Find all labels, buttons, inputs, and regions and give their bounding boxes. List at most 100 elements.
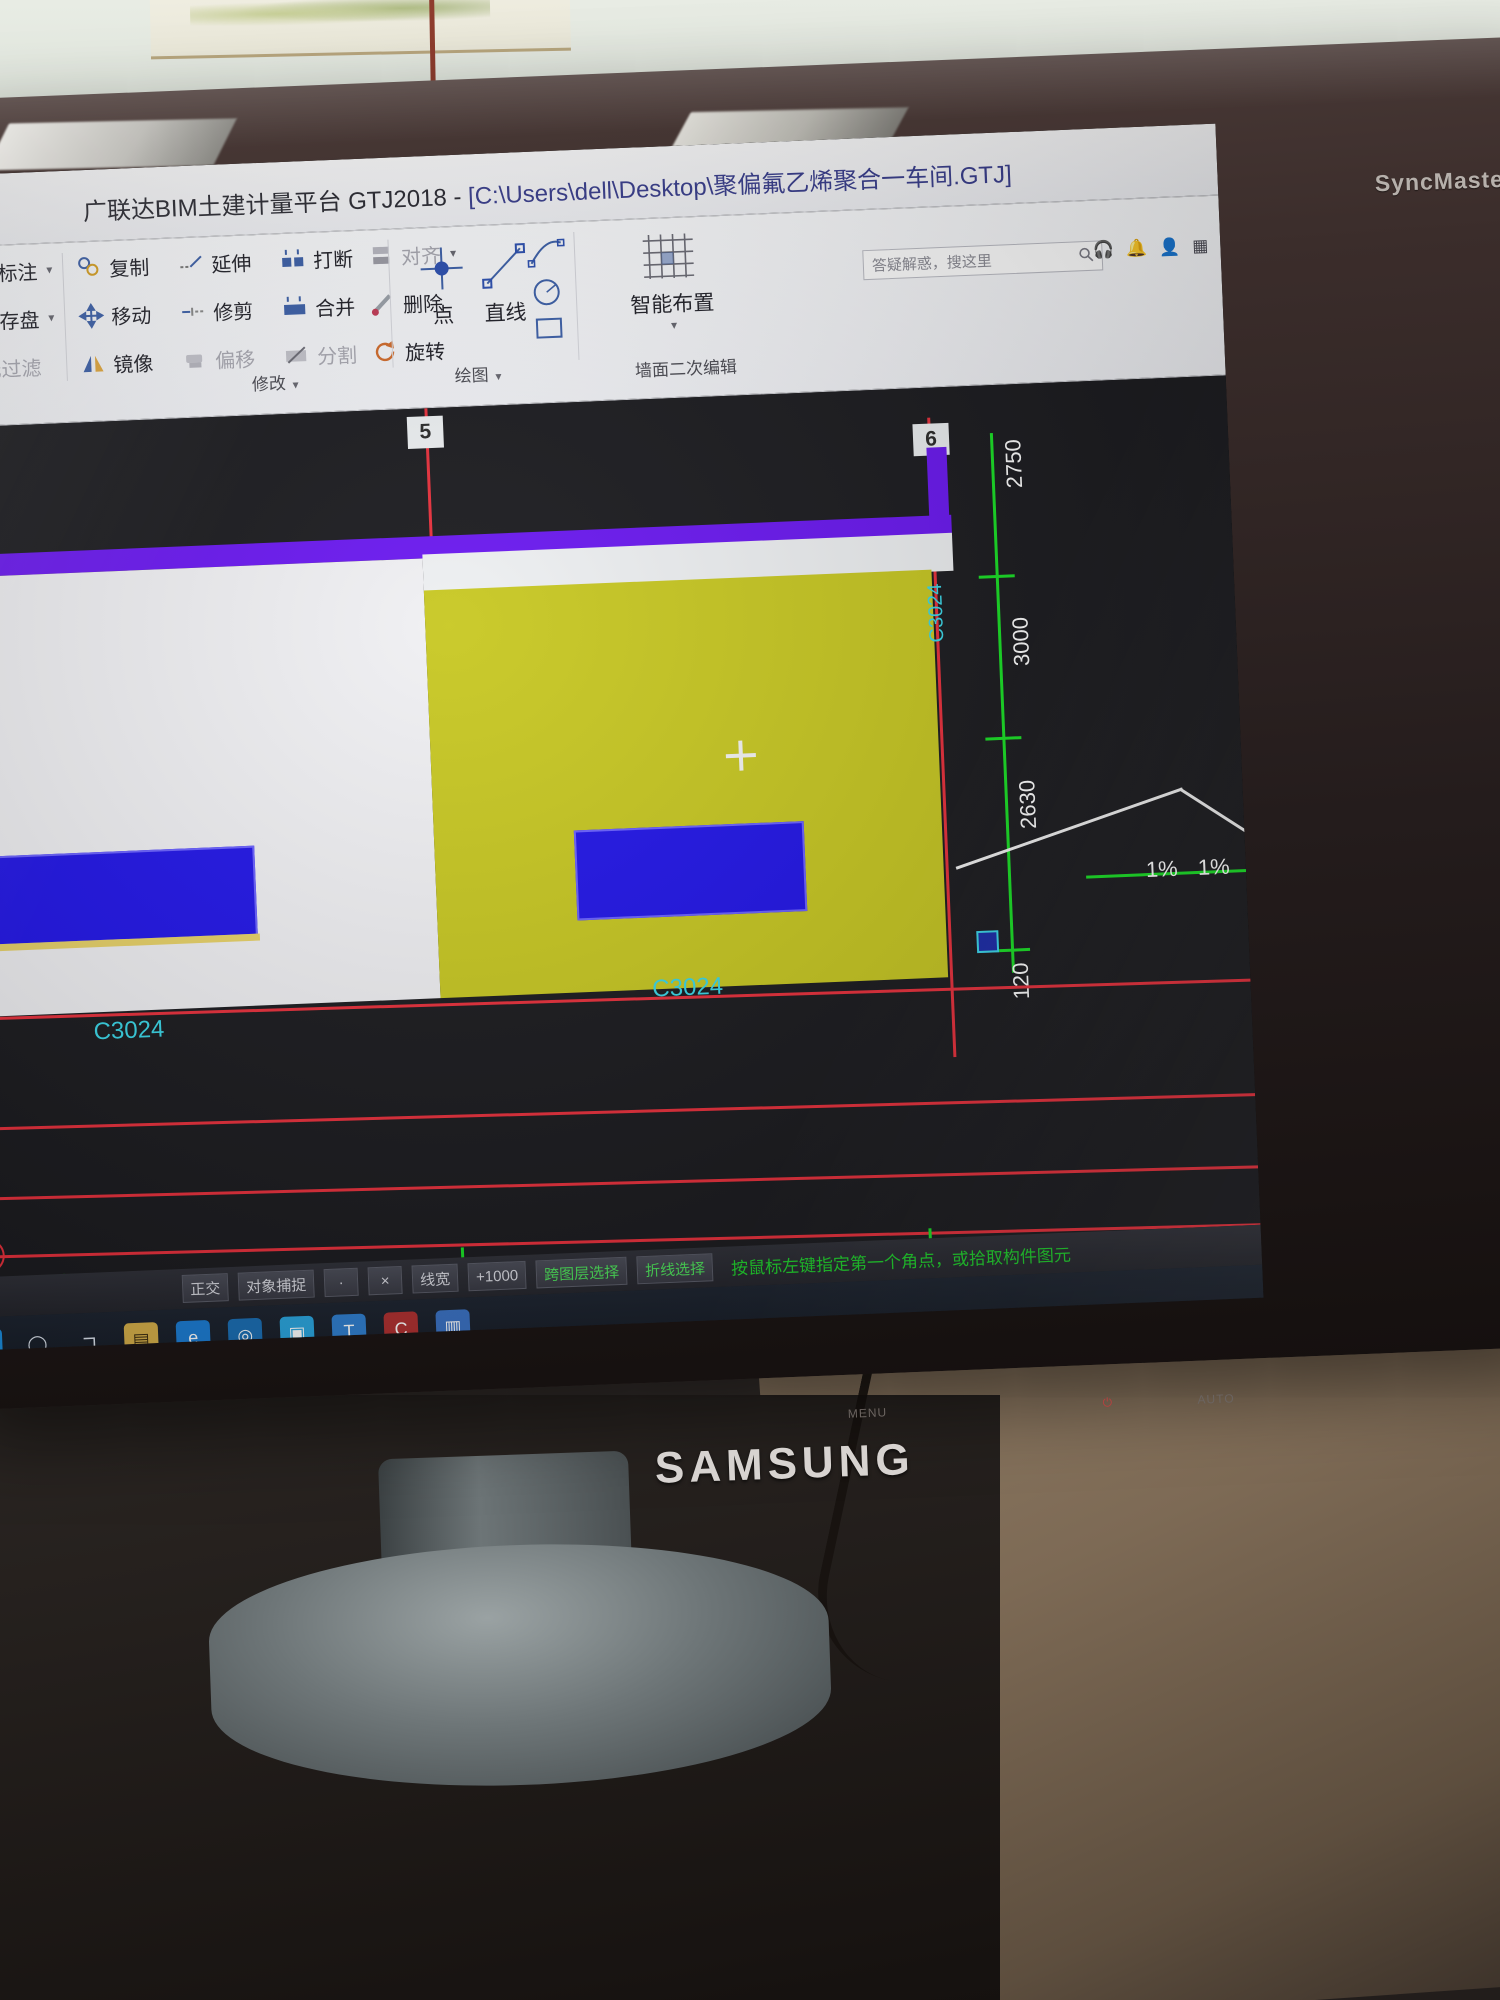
ribbon-group-wall-edit-label: 墙面二次编辑: [634, 357, 738, 381]
move-label: 移动: [110, 304, 152, 329]
wall-highlight-purple-vertical[interactable]: [926, 446, 951, 540]
wall-panel-right-yellow[interactable]: [423, 569, 949, 999]
photograph-of-monitor: SyncMaster SAMSUNG MENU ⏻ AUTO 广联达BIM土建计…: [0, 0, 1500, 2000]
dimension-120: 120: [1007, 962, 1035, 1000]
status-button-dot[interactable]: ·: [323, 1267, 359, 1298]
header-icon-group: 🎧 🔔 👤 ▦: [1092, 236, 1208, 261]
status-button-cross-layer-select[interactable]: 跨图层选择: [535, 1256, 628, 1289]
status-button-osnap[interactable]: 对象捕捉: [237, 1269, 315, 1301]
ribbon-group-wall-edit: 智能布置 ▾ 墙面二次编辑: [585, 218, 781, 381]
length-dimension-label: 长度标注: [0, 261, 38, 287]
wall-panel-left-white[interactable]: [0, 558, 441, 1019]
smart-layout-button[interactable]: 智能布置 ▾: [599, 223, 743, 335]
split-label: 分割: [316, 344, 358, 369]
element-filter-button[interactable]: 图元过滤: [0, 344, 48, 393]
split-icon: [284, 342, 311, 369]
window-element-left[interactable]: [0, 845, 258, 947]
cad-drawing-canvas[interactable]: 5 6 C3024 C3024 C3024 2750 3000 2630 120…: [0, 375, 1261, 1279]
slope-label-left: 1%: [1145, 855, 1179, 883]
rectangle-tool-button[interactable]: [533, 314, 568, 348]
status-button-close[interactable]: ×: [367, 1265, 403, 1296]
extend-button[interactable]: 延伸: [171, 239, 258, 286]
grid-line-red-horizontal: [0, 1165, 1259, 1202]
window-tag-left: C3024: [93, 1015, 165, 1046]
copy-label: 复制: [108, 256, 150, 281]
title-separator: -: [446, 183, 469, 212]
break-button[interactable]: 打断: [273, 235, 360, 282]
chevron-down-icon[interactable]: ▾: [46, 262, 53, 276]
chevron-down-icon[interactable]: ▾: [292, 377, 299, 391]
menu-icon[interactable]: ▦: [1192, 236, 1209, 257]
wall-painting: [149, 0, 571, 60]
copy-icon: [76, 254, 103, 281]
user-icon[interactable]: 👤: [1159, 237, 1181, 258]
status-button-lineweight[interactable]: 线宽: [411, 1263, 459, 1294]
extend-label: 延伸: [210, 252, 252, 277]
trim-icon: [180, 298, 207, 325]
merge-icon: [282, 294, 309, 321]
dimension-2630: 2630: [1014, 779, 1042, 830]
bell-icon[interactable]: 🔔: [1126, 239, 1148, 260]
status-prompt: 按鼠标左键指定第一个角点，或拾取构件图元: [730, 1245, 1072, 1278]
headset-icon[interactable]: 🎧: [1092, 240, 1114, 261]
axis-marker-A[interactable]: A: [0, 1238, 6, 1274]
dimension-3000: 3000: [1007, 616, 1035, 667]
window-element-right[interactable]: [573, 821, 808, 921]
chevron-down-icon[interactable]: ▾: [495, 369, 502, 383]
slope-label-right: 1%: [1197, 853, 1231, 880]
monitor-brand-label: SAMSUNG: [654, 1434, 916, 1493]
status-button-ortho[interactable]: 正交: [181, 1273, 229, 1303]
arc-tool-button[interactable]: [525, 234, 567, 275]
monitor-menu-button[interactable]: MENU: [848, 1405, 888, 1421]
break-icon: [280, 246, 307, 273]
axis-marker-5-top[interactable]: 5: [406, 415, 444, 450]
grid-line-red-horizontal: [0, 1093, 1256, 1132]
monitor-power-button[interactable]: ⏻: [1102, 1395, 1113, 1410]
offset-icon: [182, 346, 209, 373]
move-icon: [78, 302, 105, 329]
status-button-scale[interactable]: +1000: [467, 1260, 527, 1292]
ribbon-group-modify: 复制 移动 镜像 延伸 修剪 偏移 打断 合并 分割 对齐 ▾ 删除 旋转 修改…: [69, 234, 456, 397]
draw-group-title: 绘图: [454, 365, 490, 387]
window-title-path: [C:\Users\dell\Desktop\聚偏氟乙烯聚合一车间.GTJ]: [467, 161, 1013, 211]
monitor-model-label: SyncMaster: [1374, 165, 1500, 197]
ribbon-group-draw: 点 直线 绘图 ▾: [397, 226, 573, 386]
ribbon-group-draw-label: 绘图 ▾: [403, 358, 554, 389]
merge-button[interactable]: 合并: [275, 283, 362, 330]
merge-label: 合并: [314, 296, 356, 321]
search-input[interactable]: 答疑解惑，搜这里: [862, 240, 1104, 281]
dimension-2750: 2750: [1000, 438, 1028, 489]
copy-button[interactable]: 复制: [69, 243, 156, 290]
circle-tool-button[interactable]: [529, 275, 565, 315]
element-save-button[interactable]: 图元存盘 ▾: [0, 295, 61, 345]
line-icon: [473, 236, 533, 296]
circle-icon: [530, 279, 565, 313]
window-title-product: 广联达BIM土建计量平台 GTJ2018: [82, 184, 448, 227]
status-button-polyline-select[interactable]: 折线选择: [636, 1253, 714, 1285]
search-icon[interactable]: [1078, 246, 1094, 266]
ribbon-separator: [573, 232, 580, 360]
arc-icon: [526, 238, 567, 274]
element-save-label: 图元存盘: [0, 309, 40, 335]
mirror-icon: [80, 350, 107, 377]
ribbon-group-annotate: 长度标注 ▾ 图元存盘 ▾ 图元过滤: [0, 247, 66, 403]
break-label: 打断: [312, 248, 354, 273]
trim-button[interactable]: 修剪: [173, 287, 260, 334]
mirror-label: 镜像: [112, 352, 154, 377]
align-icon: [368, 242, 395, 269]
window-tag-vertical: C3024: [923, 583, 949, 643]
selected-element-marker[interactable]: [976, 930, 1000, 954]
delete-icon: [370, 290, 397, 317]
rotate-icon: [371, 338, 398, 365]
length-dimension-button[interactable]: 长度标注 ▾: [0, 247, 59, 297]
move-button[interactable]: 移动: [71, 291, 158, 338]
bezel-reflection-left: [0, 118, 237, 171]
monitor-auto-button[interactable]: AUTO: [1197, 1391, 1235, 1406]
trim-label: 修剪: [212, 300, 254, 325]
chevron-down-icon[interactable]: ▾: [48, 310, 55, 324]
start-icon[interactable]: ⊞: [0, 1328, 4, 1352]
offset-label: 偏移: [214, 348, 256, 373]
monitor-screen: 广联达BIM土建计量平台 GTJ2018 - [C:\Users\dell\De…: [0, 123, 1264, 1352]
cursor-crosshair: [725, 740, 756, 771]
extend-icon: [178, 250, 205, 277]
